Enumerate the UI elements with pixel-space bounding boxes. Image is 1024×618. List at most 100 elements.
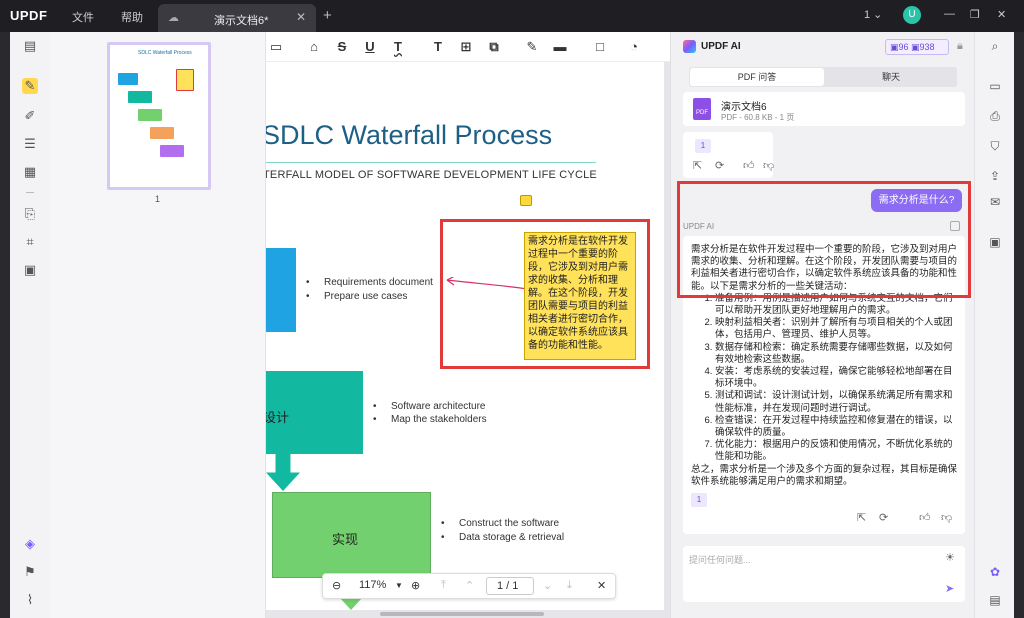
thumbs-up-icon[interactable]: 👍︎ <box>743 159 755 172</box>
minimize-icon[interactable]: — <box>944 8 955 20</box>
page-thumbnail[interactable]: SDLC Waterfall Process <box>107 42 211 190</box>
first-page-icon[interactable]: ⤒ <box>441 579 446 592</box>
zoom-out-icon[interactable]: ⊖ <box>332 579 341 592</box>
document-tab[interactable]: ☁ 演示文档6* ✕ <box>158 4 316 32</box>
underline-icon[interactable]: U <box>362 39 378 55</box>
highlight-icon[interactable]: ⌂ <box>306 39 322 55</box>
note-icon[interactable]: ▭ <box>268 39 284 55</box>
answer-item: 检查错误：在开发过程中持续监控和修复潜在的错误，以确保软件的质量。 <box>715 415 957 439</box>
pencil-icon[interactable]: ✎ <box>524 39 540 55</box>
page-number-input[interactable]: 1 / 1 <box>486 577 534 595</box>
sticky-note-text[interactable]: 需求分析是在软件开发过程中一个重要的阶段，它涉及到对用户需求的收集、分析和理解。… <box>524 232 636 360</box>
pdf-file-icon: PDF <box>693 98 711 120</box>
title-rule <box>266 162 596 163</box>
updf-ai-logo-icon <box>683 40 696 53</box>
tab-title: 演示文档6* <box>214 15 269 27</box>
eraser-icon[interactable]: ▬ <box>552 39 568 55</box>
thumbs-down-icon[interactable]: 👎︎ <box>763 159 774 172</box>
file-meta: PDF - 60.8 KB - 1 页 <box>721 113 795 122</box>
layers-icon[interactable]: ◈ <box>22 536 38 552</box>
ai-panel: UPDF AI ▣96 ▣938 🔒︎ PDF 问答 聊天 PDF 演示文档6 … <box>670 32 974 618</box>
bookmark-icon[interactable]: ⚑ <box>22 564 38 580</box>
cloud-icon: ☁ <box>168 12 179 24</box>
divider <box>26 192 34 193</box>
stage-3-bullet: Construct the software <box>441 518 559 529</box>
stage-3-label: 实现 <box>332 532 359 547</box>
highlight-frame <box>677 181 971 298</box>
save-icon[interactable]: ▣ <box>987 234 1003 250</box>
restore-icon[interactable]: ❐ <box>970 8 980 21</box>
thumbs-up-icon[interactable]: 👍︎ <box>919 512 931 524</box>
answer-item: 优化能力：根据用户的反馈和使用情况，不断优化系统的性能和功能。 <box>715 439 957 463</box>
ai-title: UPDF AI <box>701 41 741 52</box>
text-icon[interactable]: T <box>430 39 446 55</box>
comment-icon[interactable]: ▤ <box>987 592 1003 608</box>
ocr-icon[interactable]: ▣ <box>22 262 38 278</box>
sticky-note-icon[interactable] <box>520 195 532 206</box>
squiggly-icon[interactable]: T <box>390 39 406 55</box>
search-icon[interactable]: ⌕ <box>987 38 1003 54</box>
share-icon[interactable]: ⇪ <box>987 168 1003 184</box>
share-icon[interactable]: ⇱ <box>857 512 866 524</box>
edit-icon[interactable]: ✐ <box>22 108 38 124</box>
page-indicator[interactable]: 1 ⌄ <box>864 8 882 21</box>
stage-2-bullet: Software architecture <box>373 401 485 412</box>
zoom-in-icon[interactable]: ⊕ <box>411 579 420 592</box>
menu-help[interactable]: 帮助 <box>121 9 143 25</box>
ai-assistant-icon[interactable]: ✿ <box>987 564 1003 580</box>
avatar[interactable]: U <box>903 6 921 24</box>
textbox-icon[interactable]: ⊞ <box>458 39 474 55</box>
form-icon[interactable]: ☰ <box>22 136 38 152</box>
protect-icon[interactable]: ⛉ <box>987 138 1003 154</box>
strikethrough-icon[interactable]: S <box>334 39 350 55</box>
sticker-icon[interactable]: ◔ <box>626 39 642 55</box>
page-reference-badge[interactable]: 1 <box>695 139 711 153</box>
crop-icon[interactable]: ⌗ <box>22 234 38 250</box>
callout-icon[interactable]: ⧉ <box>486 39 502 55</box>
thumb-box <box>128 91 152 103</box>
close-window-icon[interactable]: ✕ <box>997 8 1006 21</box>
arrow-down <box>340 598 362 610</box>
tab-pdf-qa[interactable]: PDF 问答 <box>690 68 824 86</box>
close-zoombar-icon[interactable]: ✕ <box>597 579 606 592</box>
credits-badge[interactable]: ▣96 ▣938 <box>885 39 949 55</box>
ocr-icon[interactable]: ▭ <box>987 78 1003 94</box>
page-reference-badge[interactable]: 1 <box>691 493 707 508</box>
reader-icon[interactable]: ▤ <box>22 38 38 54</box>
email-icon[interactable]: ✉ <box>987 194 1003 210</box>
lock-icon[interactable]: 🔒︎ <box>957 40 963 53</box>
lightbulb-icon[interactable]: ☀ <box>945 551 955 564</box>
previous-answer-card: 1 ⇱ ⟳ 👍︎ 👎︎ <box>683 132 774 178</box>
comment-tool-icon[interactable]: ✎ <box>22 78 38 94</box>
ai-header: UPDF AI ▣96 ▣938 🔒︎ <box>671 32 975 62</box>
arrow-down <box>266 454 300 491</box>
shape-icon[interactable]: □ <box>592 39 608 55</box>
convert-icon[interactable]: ⎙ <box>987 108 1003 124</box>
ai-input-box: ☀ ➤ <box>683 546 965 602</box>
thumb-box <box>160 145 184 157</box>
add-tab-icon[interactable]: + <box>323 7 332 24</box>
regenerate-icon[interactable]: ⟳ <box>715 159 724 172</box>
horizontal-scrollbar[interactable] <box>380 612 544 616</box>
menu-file[interactable]: 文件 <box>72 9 94 25</box>
last-page-icon[interactable]: ⤓ <box>567 579 572 592</box>
thumbnail-pane: SDLC Waterfall Process 1 <box>50 32 266 618</box>
thumbnail-page-number: 1 <box>155 194 161 204</box>
regenerate-icon[interactable]: ⟳ <box>879 512 888 524</box>
document-viewer[interactable]: SDLC Waterfall Process TERFALL MODEL OF … <box>266 62 670 618</box>
page-edit-icon[interactable]: ▦ <box>22 164 38 180</box>
share-icon[interactable]: ⇱ <box>693 159 702 172</box>
next-page-icon[interactable]: ⌄ <box>543 579 552 592</box>
send-icon[interactable]: ➤ <box>945 582 954 595</box>
zoom-dropdown-icon[interactable]: ▼ <box>395 581 403 590</box>
prev-page-icon[interactable]: ⌃ <box>465 579 474 592</box>
zoom-value[interactable]: 117% <box>359 579 386 591</box>
document-title: SDLC Waterfall Process <box>266 120 553 150</box>
tab-chat[interactable]: 聊天 <box>825 68 957 86</box>
ai-question-input[interactable] <box>689 552 939 568</box>
attachment-icon[interactable]: ⌇ <box>22 592 38 608</box>
organize-icon[interactable]: ⎘ <box>22 206 38 222</box>
thumbs-down-icon[interactable]: 👎︎ <box>941 512 952 524</box>
thumb-box <box>118 73 138 85</box>
close-tab-icon[interactable]: ✕ <box>296 10 306 24</box>
